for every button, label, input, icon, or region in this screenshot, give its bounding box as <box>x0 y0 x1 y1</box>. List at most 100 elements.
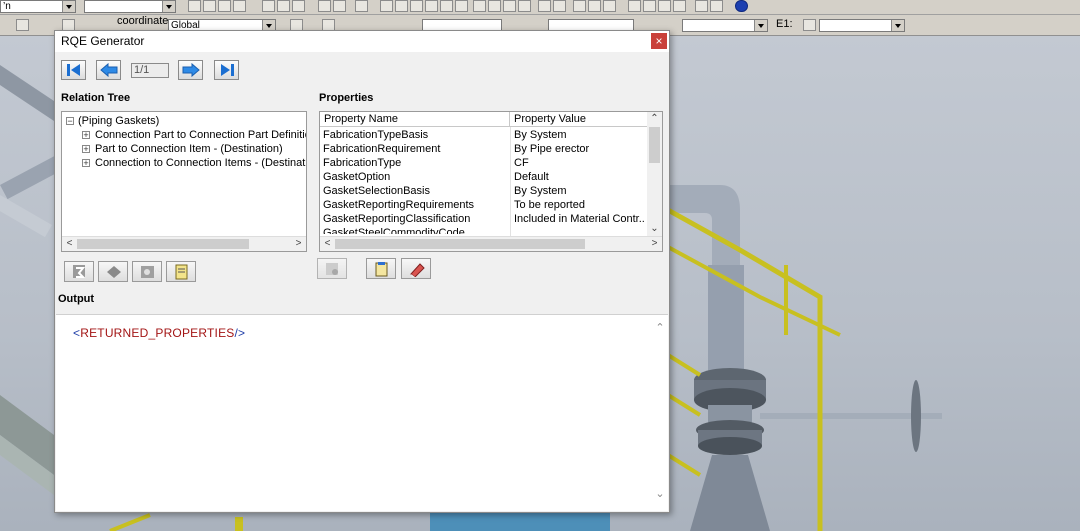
previous-page-icon <box>100 63 118 77</box>
scroll-down-icon[interactable]: ⌄ <box>647 222 662 236</box>
z-value-field[interactable] <box>682 19 768 32</box>
table-row[interactable]: GasketReportingRequirements To be report… <box>320 198 648 212</box>
tool-icon[interactable] <box>455 0 468 12</box>
zoom-fit-icon[interactable] <box>658 0 671 12</box>
zoom-area-icon[interactable] <box>643 0 656 12</box>
save-icon[interactable] <box>218 0 231 12</box>
table-row[interactable]: GasketSteelCommodityCode <box>320 226 648 234</box>
zoom-icon[interactable] <box>628 0 641 12</box>
camera-icon[interactable] <box>16 19 29 31</box>
rqe-generator-dialog: RQE Generator × 1/1 Relation Tree − (Pip… <box>54 30 670 513</box>
scroll-left-icon[interactable]: < <box>62 237 77 251</box>
properties-grid[interactable]: Property Name Property Value Fabrication… <box>319 111 663 252</box>
scroll-up-icon[interactable]: ⌃ <box>647 112 662 126</box>
report-icon[interactable] <box>488 0 501 12</box>
pan-icon[interactable] <box>695 0 708 12</box>
workspace-combo[interactable] <box>84 0 176 13</box>
close-button[interactable]: × <box>651 33 667 49</box>
properties-icon <box>175 264 188 280</box>
hand-icon[interactable] <box>553 0 566 12</box>
delete-icon[interactable] <box>292 0 305 12</box>
scroll-down-icon[interactable]: ⌄ <box>652 487 668 501</box>
cut-icon[interactable] <box>262 0 275 12</box>
table-row[interactable]: FabricationTypeBasis By System <box>320 128 648 142</box>
chevron-down-icon[interactable] <box>754 20 767 31</box>
select-property-button[interactable] <box>317 258 347 279</box>
scroll-thumb[interactable] <box>77 239 249 249</box>
chart-icon[interactable] <box>518 0 531 12</box>
scroll-thumb[interactable] <box>649 127 660 163</box>
tree-child-label: Connection to Connection Items - (Destin… <box>95 157 307 169</box>
select-icon[interactable] <box>318 0 331 12</box>
table-row[interactable]: FabricationType CF <box>320 156 648 170</box>
help-icon[interactable] <box>735 0 748 12</box>
open-folder-icon[interactable] <box>203 0 216 12</box>
scroll-thumb[interactable] <box>335 239 585 249</box>
last-page-icon <box>221 64 234 76</box>
copy-icon[interactable] <box>277 0 290 12</box>
tree-horizontal-scrollbar[interactable]: < > <box>62 236 306 251</box>
table-row[interactable]: FabricationRequirement By Pipe erector <box>320 142 648 156</box>
pointer-icon[interactable] <box>538 0 551 12</box>
expand-icon[interactable]: + <box>82 145 90 154</box>
first-page-button[interactable] <box>61 60 86 80</box>
undo-icon[interactable] <box>355 0 368 12</box>
rotate-icon[interactable] <box>395 0 408 12</box>
output-panel[interactable]: <RETURNED_PROPERTIES/> ⌃ ⌄ <box>56 314 668 511</box>
dialog-titlebar[interactable]: RQE Generator × <box>55 31 669 52</box>
move-icon[interactable] <box>333 0 346 12</box>
print-icon[interactable] <box>233 0 246 12</box>
page-indicator: 1/1 <box>131 63 169 78</box>
scroll-left-icon[interactable]: < <box>320 237 335 251</box>
output-vertical-scrollbar[interactable]: ⌃ ⌄ <box>652 315 668 511</box>
measure-icon[interactable] <box>440 0 453 12</box>
property-name-cell: FabricationTypeBasis <box>323 129 429 141</box>
grid-icon[interactable] <box>588 0 601 12</box>
output-text[interactable]: <RETURNED_PROPERTIES/> <box>73 326 245 340</box>
table-row[interactable]: GasketOption Default <box>320 170 648 184</box>
previous-page-button[interactable] <box>96 60 121 80</box>
last-page-button[interactable] <box>214 60 239 80</box>
add-relation-button[interactable] <box>64 261 94 282</box>
output-close-bracket: /> <box>234 326 246 340</box>
view-icon[interactable] <box>710 0 723 12</box>
filter-button[interactable] <box>132 261 162 282</box>
new-document-icon[interactable] <box>188 0 201 12</box>
chevron-down-icon[interactable] <box>162 1 175 12</box>
properties-horizontal-scrollbar[interactable]: < > <box>320 236 662 251</box>
output-tag-name: RETURNED_PROPERTIES <box>80 326 235 340</box>
expand-icon[interactable]: + <box>82 159 90 168</box>
expand-icon[interactable]: + <box>82 131 90 140</box>
e1-combo[interactable] <box>819 19 905 32</box>
refresh-icon[interactable] <box>410 0 423 12</box>
property-name-cell: FabricationRequirement <box>323 143 441 155</box>
dropdown-tool-icon[interactable] <box>603 0 616 12</box>
filter-combo[interactable]: ’n <box>0 0 76 13</box>
dialog-title: RQE Generator <box>61 34 145 48</box>
table-row[interactable]: GasketReportingClassification Included i… <box>320 212 648 226</box>
column-header-property-value[interactable]: Property Value <box>510 112 648 127</box>
scroll-right-icon[interactable]: > <box>647 237 662 251</box>
query-icon[interactable] <box>473 0 486 12</box>
table-row[interactable]: GasketSelectionBasis By System <box>320 184 648 198</box>
zoom-all-icon[interactable] <box>673 0 686 12</box>
pick-icon[interactable] <box>803 19 816 31</box>
next-page-button[interactable] <box>178 60 203 80</box>
properties-button[interactable] <box>166 261 196 282</box>
table-icon[interactable] <box>503 0 516 12</box>
collapse-icon[interactable]: − <box>66 117 74 126</box>
chevron-down-icon[interactable] <box>62 1 75 12</box>
relation-tree[interactable]: − (Piping Gaskets) + Connection Part to … <box>61 111 307 252</box>
column-header-property-name[interactable]: Property Name <box>320 112 510 127</box>
scroll-right-icon[interactable]: > <box>291 237 306 251</box>
copy-button[interactable] <box>366 258 396 279</box>
chevron-down-icon[interactable] <box>891 20 904 31</box>
layer-icon[interactable] <box>425 0 438 12</box>
check-icon[interactable] <box>573 0 586 12</box>
clear-button[interactable] <box>401 258 431 279</box>
redo-icon[interactable] <box>380 0 393 12</box>
properties-vertical-scrollbar[interactable]: ⌃ ⌄ <box>647 112 662 237</box>
scroll-up-icon[interactable]: ⌃ <box>652 321 668 335</box>
delete-relation-button[interactable] <box>98 261 128 282</box>
add-relation-icon <box>73 265 86 278</box>
